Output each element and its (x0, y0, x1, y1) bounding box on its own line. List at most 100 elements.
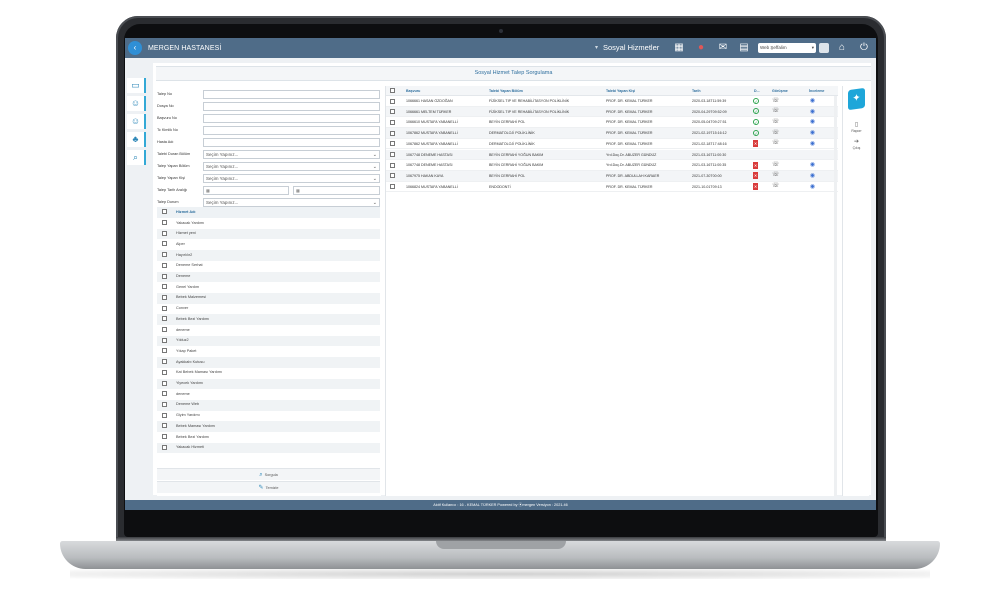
interview-icon[interactable]: ☏ (772, 108, 780, 115)
table-row[interactable]: 1066661 MELTEM TÜRKER FİZİKSEL TIP VE REH… (386, 106, 838, 118)
service-checkbox[interactable] (162, 348, 167, 354)
service-checkbox[interactable] (162, 252, 167, 258)
report-button[interactable]: ▯ Raporr (843, 122, 870, 133)
col-person[interactable]: Talebi Yapan Kişi (606, 89, 635, 93)
table-row[interactable]: 1067748 DENEME HASTASI BEYİN CERRAHİ YOĞU… (386, 149, 838, 161)
mail-icon[interactable]: ✉ (717, 42, 729, 54)
clear-button[interactable]: ✎ Temizle (157, 481, 380, 493)
service-row[interactable]: Giyim Yardımı (157, 411, 380, 422)
service-checkbox[interactable] (162, 369, 167, 375)
rail-item-person[interactable]: ☺ (127, 114, 146, 129)
service-checkbox[interactable] (162, 262, 167, 268)
back-button[interactable]: ‹ (128, 41, 142, 55)
talep-yapan-bolum-select[interactable]: Seçim Yapınız... ⌄ (203, 162, 380, 171)
service-checkbox[interactable] (162, 359, 167, 365)
service-row[interactable]: Yakacak Hizmeti (157, 442, 380, 454)
service-checkbox[interactable] (162, 230, 167, 236)
col-review[interactable]: İnceleme (809, 89, 824, 93)
eye-icon[interactable]: ◉ (809, 141, 816, 147)
table-row[interactable]: 1067748 DENEME HASTASI BEYİN CERRAHİ YOĞU… (386, 160, 838, 171)
service-row[interactable]: Yılduz2 (157, 335, 380, 347)
eye-icon[interactable]: ◉ (809, 98, 816, 104)
row-checkbox[interactable] (390, 98, 395, 104)
select-all-rows-checkbox[interactable] (390, 88, 395, 93)
home-icon[interactable]: ⌂ (836, 42, 848, 54)
row-checkbox[interactable] (390, 162, 395, 168)
table-row[interactable]: 1067975 HAKAN KAYA BEYİN CERRAHİ POL PROF.… (386, 170, 838, 182)
eye-icon[interactable]: ◉ (809, 184, 816, 190)
table-row[interactable]: 1066661 HASAN ÖZDOĞAN FİZİKSEL TIP VE REH… (386, 96, 838, 107)
table-row[interactable]: 1066610 MUSTAFA YABANELLİ BEYİN CERRAHİ P… (386, 117, 838, 129)
start-date-input[interactable]: ▦ (203, 186, 289, 195)
settings-button[interactable] (819, 43, 829, 53)
service-checkbox[interactable] (162, 327, 167, 332)
rail-item-list[interactable]: ▭ (127, 78, 146, 93)
row-checkbox[interactable] (390, 109, 395, 115)
interview-icon[interactable]: ☏ (772, 140, 780, 147)
interview-icon[interactable]: ☏ (772, 162, 780, 169)
row-checkbox[interactable] (390, 119, 395, 125)
chevron-down-icon[interactable]: ▾ (595, 44, 598, 51)
eye-icon[interactable]: ◉ (809, 109, 816, 115)
rail-item-request[interactable]: ☺ (127, 96, 146, 111)
service-row[interactable]: Yakacak Yardımı (157, 218, 380, 229)
col-status[interactable]: D... (754, 89, 760, 93)
row-checkbox[interactable] (390, 130, 395, 136)
service-row[interactable]: Bebek Bezi Yardımı (157, 432, 380, 443)
col-applicant[interactable]: Başvuru (406, 89, 420, 93)
eye-icon[interactable]: ◉ (809, 173, 816, 179)
service-row[interactable]: Deneme Web (157, 399, 380, 411)
talep-yapan-kisi-select[interactable]: Seçim Yapınız... ⌄ (203, 174, 380, 183)
search-button[interactable]: ⌕ Sorgula (157, 468, 380, 480)
hasta-adi-input[interactable] (203, 138, 380, 147)
service-checkbox[interactable] (162, 220, 167, 225)
service-row[interactable]: Deneme (157, 271, 380, 283)
service-row[interactable]: deneme (157, 325, 380, 336)
interview-icon[interactable]: ☏ (772, 130, 780, 137)
service-checkbox[interactable] (162, 337, 167, 343)
service-row[interactable]: Yıkap Paket (157, 346, 380, 357)
service-row[interactable]: Bebek Bezi Yardımı (157, 314, 380, 325)
end-date-input[interactable]: ▦ (293, 186, 380, 195)
table-row[interactable]: 1067862 MUSTAFA YABANELLİ DERMATOLOJİ POL… (386, 139, 838, 150)
table-row[interactable]: 1066824 MUSTAFA YABANELLİ ENDODONTİ PROF. … (386, 182, 838, 193)
eye-icon[interactable]: ◉ (809, 130, 816, 136)
interview-icon[interactable]: ☏ (772, 183, 780, 190)
rail-item-search[interactable]: ⌕ (127, 150, 146, 165)
report-icon[interactable]: ▤ (738, 42, 750, 54)
row-checkbox[interactable] (390, 141, 395, 147)
service-checkbox[interactable] (162, 391, 167, 397)
service-checkbox[interactable] (162, 273, 167, 279)
service-checkbox[interactable] (162, 294, 167, 300)
service-row[interactable]: deneme (157, 389, 380, 400)
service-row[interactable]: Bebek Maması Yardımı (157, 421, 380, 432)
service-row[interactable]: Hizmet yeni (157, 228, 380, 240)
table-row[interactable]: 1067862 MUSTAFA YABANELLİ DERMATOLOJİ POL… (386, 128, 838, 139)
grid-scrollbar[interactable] (834, 96, 837, 496)
row-checkbox[interactable] (390, 184, 395, 190)
exit-button[interactable]: ➔ Çıkış (843, 139, 870, 150)
col-view[interactable]: Görüşme (772, 89, 788, 93)
service-row[interactable]: Yiyecek Yardımı (157, 378, 380, 390)
service-checkbox[interactable] (162, 316, 167, 322)
eye-icon[interactable]: ◉ (809, 119, 816, 125)
module-name[interactable]: Sosyal Hizmetler (603, 43, 659, 52)
rail-item-group[interactable]: ♣ (127, 132, 146, 147)
col-date[interactable]: Tarih (692, 89, 701, 93)
service-checkbox[interactable] (162, 305, 167, 311)
talep-durum-select[interactable]: Seçim Yapınız... ⌄ (203, 198, 380, 207)
interview-icon[interactable]: ☏ (772, 119, 780, 126)
service-checkbox[interactable] (162, 241, 167, 247)
col-dept[interactable]: Talebi Yapan Bölüm (489, 89, 523, 93)
service-checkbox[interactable] (162, 423, 167, 429)
power-icon[interactable]: ⏻ (858, 42, 870, 54)
row-checkbox[interactable] (390, 173, 395, 179)
tc-kimlik-no-input[interactable] (203, 126, 380, 135)
interview-icon[interactable]: ☏ (772, 98, 780, 105)
talep-no-input[interactable] (203, 90, 380, 99)
select-all-checkbox[interactable] (162, 209, 167, 214)
service-row[interactable]: Kat Bebek Maması Yardımı (157, 368, 380, 379)
service-checkbox[interactable] (162, 401, 167, 407)
row-checkbox[interactable] (390, 152, 395, 157)
basvuru-no-input[interactable] (203, 114, 380, 123)
